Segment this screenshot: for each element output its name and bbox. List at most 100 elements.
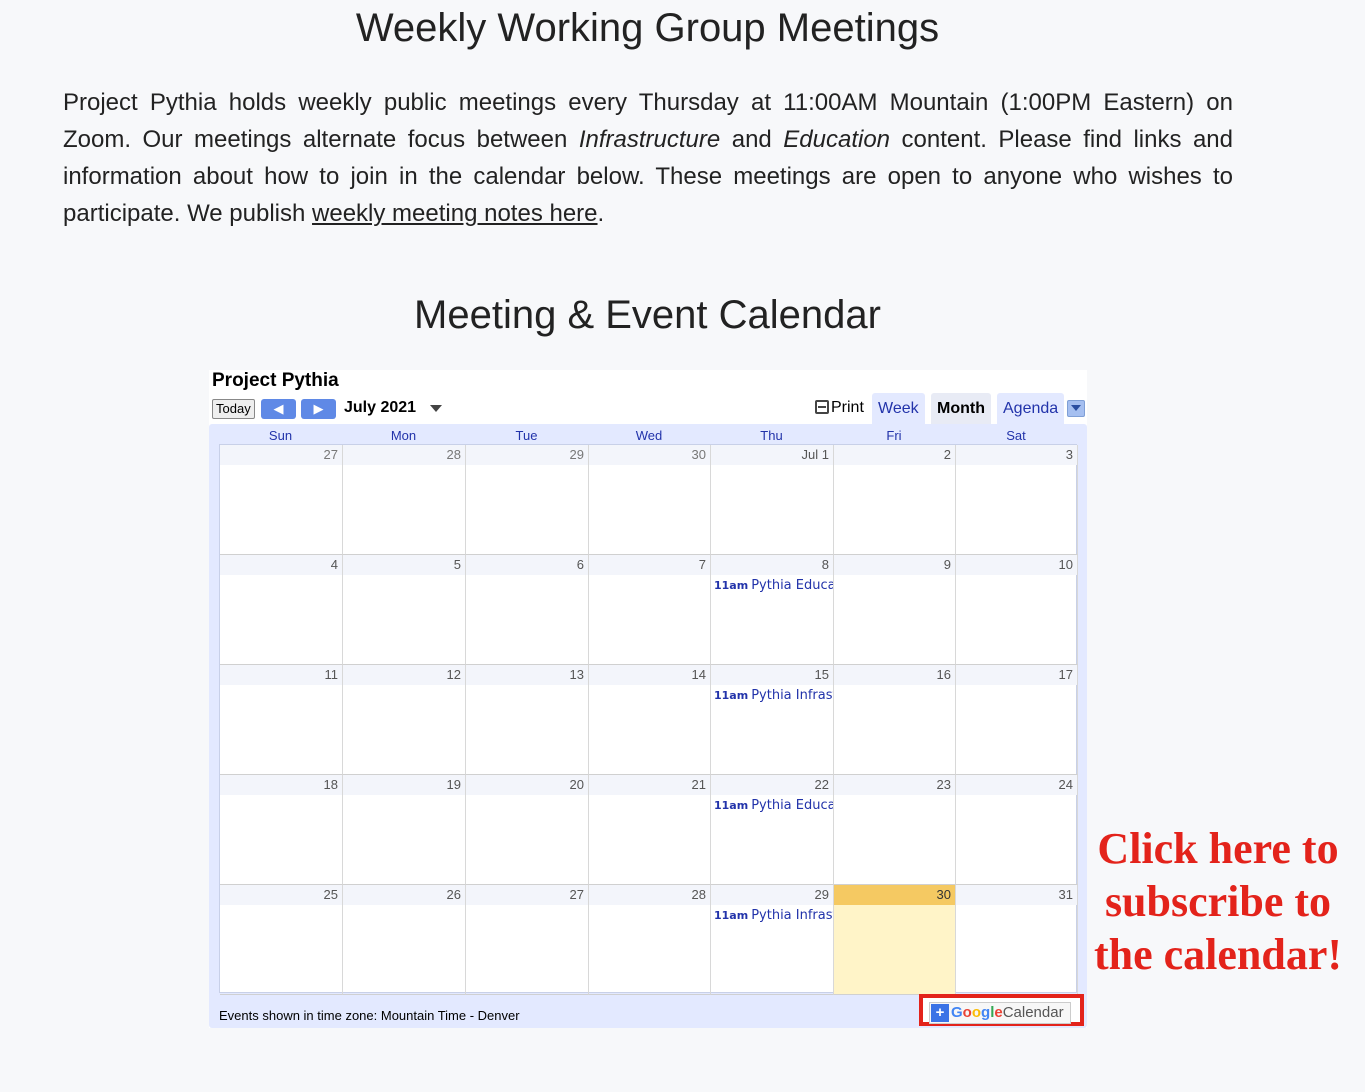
day-number[interactable]: 6 bbox=[466, 555, 588, 575]
day-of-week-label: Thu bbox=[760, 428, 783, 443]
day-number[interactable]: 27 bbox=[466, 885, 588, 905]
day-cell[interactable]: 9 bbox=[834, 555, 956, 665]
day-cell-today[interactable]: 30 bbox=[834, 885, 956, 995]
day-cell[interactable]: 29 11amPythia Infrastructure bbox=[711, 885, 834, 995]
print-button[interactable]: Print bbox=[815, 399, 864, 417]
next-month-button[interactable]: ▶ bbox=[301, 399, 336, 419]
callout-line: subscribe to bbox=[1104, 877, 1332, 926]
day-cell[interactable]: 18 bbox=[220, 775, 343, 885]
view-options-dropdown-icon[interactable] bbox=[1067, 400, 1085, 417]
day-number[interactable]: 8 bbox=[711, 555, 833, 575]
day-cell[interactable]: 21 bbox=[589, 775, 711, 885]
day-number[interactable]: 21 bbox=[589, 775, 710, 795]
day-number[interactable]: 13 bbox=[466, 665, 588, 685]
add-to-google-calendar-button[interactable]: + GoogleCalendar bbox=[929, 1002, 1071, 1024]
day-number[interactable]: 18 bbox=[220, 775, 342, 795]
day-number[interactable]: 28 bbox=[343, 445, 465, 465]
calendar-toolbar: Today ◀ ▶ July 2021 Print Week Month Age… bbox=[209, 393, 1087, 424]
day-of-week-label: Fri bbox=[886, 428, 902, 443]
day-cell[interactable]: 12 bbox=[343, 665, 466, 775]
day-cell[interactable]: 28 bbox=[589, 885, 711, 995]
month-dropdown-caret-icon[interactable] bbox=[430, 405, 442, 412]
day-cell[interactable]: 24 bbox=[956, 775, 1078, 885]
meeting-notes-link[interactable]: weekly meeting notes here bbox=[312, 200, 598, 227]
day-cell[interactable]: 26 bbox=[343, 885, 466, 995]
day-cell[interactable]: 10 bbox=[956, 555, 1078, 665]
previous-month-button[interactable]: ◀ bbox=[261, 399, 296, 419]
day-number[interactable]: 11 bbox=[220, 665, 342, 685]
day-of-week-label: Sat bbox=[1006, 428, 1026, 443]
day-cell[interactable]: 20 bbox=[466, 775, 589, 885]
intro-paragraph: Project Pythia holds weekly public meeti… bbox=[63, 84, 1233, 232]
day-number[interactable]: 15 bbox=[711, 665, 833, 685]
day-cell[interactable]: 7 bbox=[589, 555, 711, 665]
day-number[interactable]: 3 bbox=[956, 445, 1077, 465]
day-number[interactable]: 30 bbox=[589, 445, 710, 465]
day-number[interactable]: 29 bbox=[466, 445, 588, 465]
tab-agenda[interactable]: Agenda bbox=[997, 393, 1065, 424]
day-cell[interactable]: 23 bbox=[834, 775, 956, 885]
day-cell[interactable]: 6 bbox=[466, 555, 589, 665]
calendar-event[interactable]: 11amPythia Education bbox=[714, 798, 833, 813]
day-number[interactable]: 22 bbox=[711, 775, 833, 795]
day-number[interactable]: 14 bbox=[589, 665, 710, 685]
day-cell[interactable]: 27 bbox=[220, 445, 343, 555]
day-cell[interactable]: 3 bbox=[956, 445, 1078, 555]
event-time: 11am bbox=[714, 909, 749, 922]
day-number[interactable]: 20 bbox=[466, 775, 588, 795]
day-cell[interactable]: 28 bbox=[343, 445, 466, 555]
day-number[interactable]: 30 bbox=[834, 885, 955, 905]
week-row: 27 28 29 30 Jul 123 bbox=[220, 445, 1078, 555]
day-number[interactable]: 26 bbox=[343, 885, 465, 905]
day-number[interactable]: 17 bbox=[956, 665, 1077, 685]
calendar-event[interactable]: 11amPythia Education bbox=[714, 578, 833, 593]
day-number[interactable]: 29 bbox=[711, 885, 833, 905]
day-number[interactable]: 19 bbox=[343, 775, 465, 795]
day-number[interactable]: 24 bbox=[956, 775, 1077, 795]
day-cell[interactable]: 17 bbox=[956, 665, 1078, 775]
tab-week[interactable]: Week bbox=[872, 393, 925, 424]
event-title: Pythia Infrastructure bbox=[751, 908, 833, 923]
day-cell[interactable]: 31 bbox=[956, 885, 1078, 995]
day-cell[interactable]: 14 bbox=[589, 665, 711, 775]
day-cell[interactable]: 11 bbox=[220, 665, 343, 775]
day-number[interactable]: 28 bbox=[589, 885, 710, 905]
tab-month[interactable]: Month bbox=[931, 393, 991, 424]
day-number[interactable]: 7 bbox=[589, 555, 710, 575]
day-number[interactable]: 4 bbox=[220, 555, 342, 575]
day-cell[interactable]: 16 bbox=[834, 665, 956, 775]
event-title: Pythia Infrastructure bbox=[751, 688, 833, 703]
day-of-week-label: Mon bbox=[390, 428, 417, 443]
calendar-event[interactable]: 11amPythia Infrastructure bbox=[714, 908, 833, 923]
day-number[interactable]: 9 bbox=[834, 555, 955, 575]
day-number[interactable]: 10 bbox=[956, 555, 1077, 575]
day-cell[interactable]: Jul 1 bbox=[711, 445, 834, 555]
day-cell[interactable]: 15 11amPythia Infrastructure bbox=[711, 665, 834, 775]
day-cell[interactable]: 30 bbox=[589, 445, 711, 555]
day-number[interactable]: 23 bbox=[834, 775, 955, 795]
day-cell[interactable]: 29 bbox=[466, 445, 589, 555]
day-cell[interactable]: 19 bbox=[343, 775, 466, 885]
day-cell[interactable]: 4 bbox=[220, 555, 343, 665]
day-cell[interactable]: 13 bbox=[466, 665, 589, 775]
day-cell[interactable]: 2 bbox=[834, 445, 956, 555]
day-number[interactable]: 31 bbox=[956, 885, 1077, 905]
calendar-name: Project Pythia bbox=[212, 370, 339, 391]
calendar-event[interactable]: 11amPythia Infrastructure bbox=[714, 688, 833, 703]
day-number[interactable]: 25 bbox=[220, 885, 342, 905]
day-number[interactable]: Jul 1 bbox=[711, 445, 833, 465]
day-number[interactable]: 27 bbox=[220, 445, 342, 465]
day-number[interactable]: 5 bbox=[343, 555, 465, 575]
day-number[interactable]: 12 bbox=[343, 665, 465, 685]
plus-icon: + bbox=[931, 1004, 949, 1022]
day-cell[interactable]: 25 bbox=[220, 885, 343, 995]
day-cell[interactable]: 5 bbox=[343, 555, 466, 665]
event-time: 11am bbox=[714, 689, 749, 702]
day-number[interactable]: 2 bbox=[834, 445, 955, 465]
intro-emphasis-education: Education bbox=[783, 126, 891, 153]
day-cell[interactable]: 22 11amPythia Education bbox=[711, 775, 834, 885]
day-cell[interactable]: 27 bbox=[466, 885, 589, 995]
day-cell[interactable]: 8 11amPythia Education bbox=[711, 555, 834, 665]
day-number[interactable]: 16 bbox=[834, 665, 955, 685]
today-button[interactable]: Today bbox=[212, 399, 255, 419]
